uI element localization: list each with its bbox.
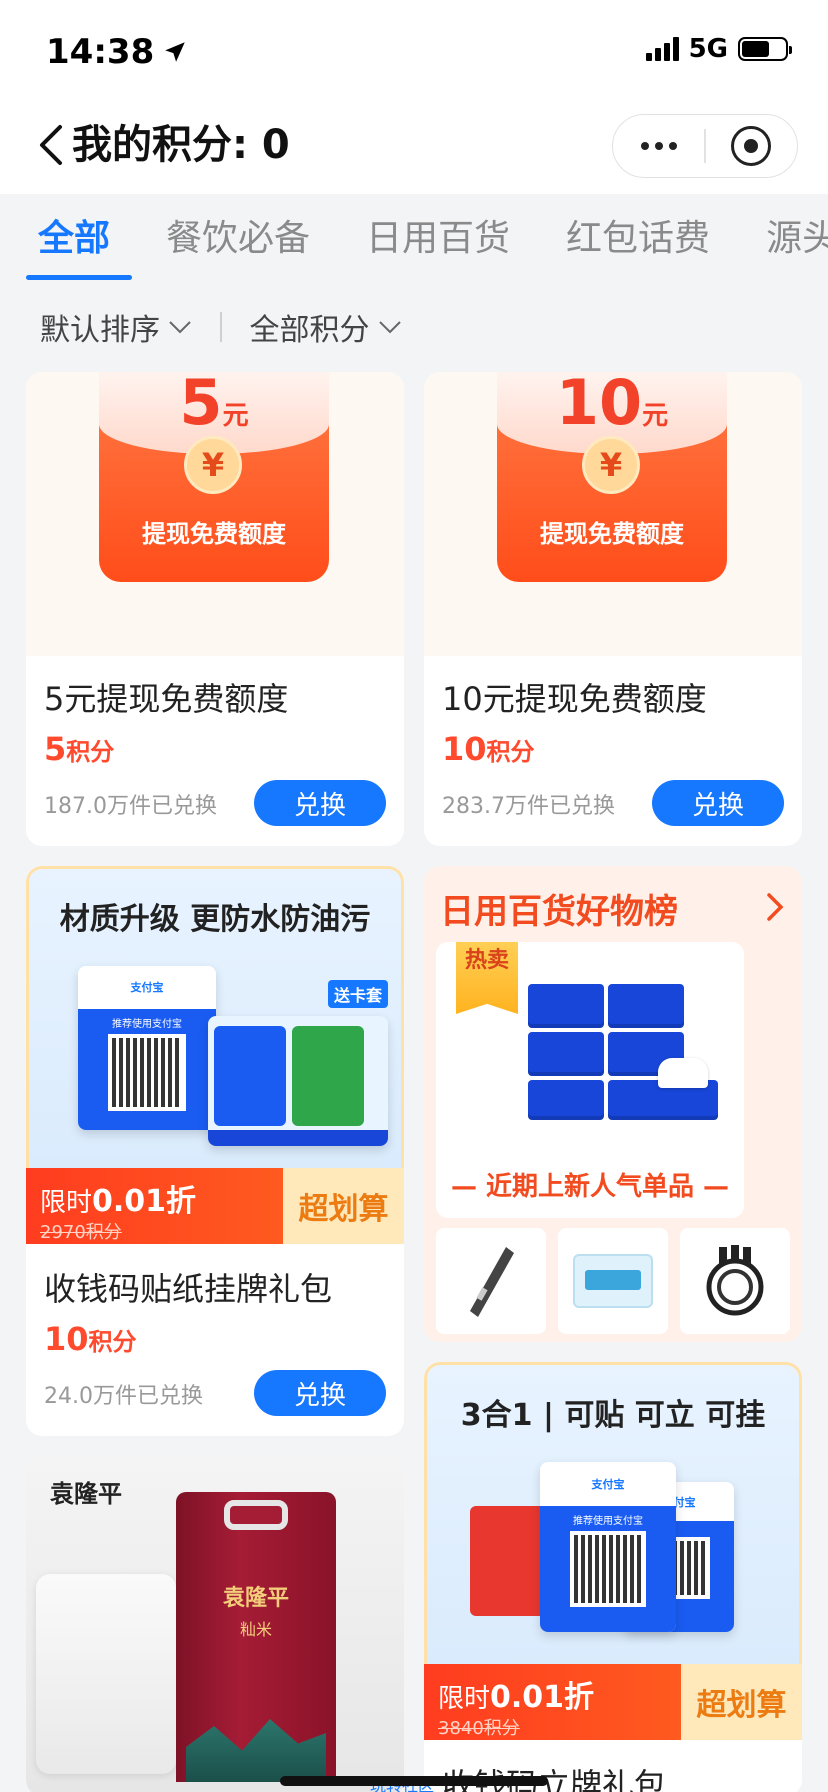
product-card-rice[interactable]: 袁隆平 袁隆平 籼米 — [26, 1456, 404, 1792]
red-packet-art: 10元 ¥ 提现免费额度 — [497, 372, 727, 582]
redeemed-count: 187.0万件已兑换 — [44, 794, 217, 819]
deal-prefix: 限时 — [438, 1684, 491, 1714]
product-name: 10元提现免费额度 — [442, 680, 707, 718]
hot-sale-tag: 热卖 — [456, 942, 518, 1014]
chevron-right-icon[interactable] — [766, 892, 784, 926]
location-arrow-icon — [165, 42, 185, 62]
art-title: 材质升级 更防水防油污 — [59, 902, 371, 937]
qr-text: 推荐使用支付宝 — [573, 1516, 643, 1528]
ranking-subtitle: — 近期上新人气单品 — — [450, 1172, 730, 1202]
more-dots-icon — [640, 142, 677, 150]
home-indicator[interactable] — [280, 1776, 548, 1786]
art-label: 提现免费额度 — [540, 520, 684, 548]
original-points: 2970积分 — [40, 1222, 122, 1243]
red-sticker-art — [470, 1506, 550, 1616]
red-packet-art: 5元 ¥ 提现免费额度 — [99, 372, 329, 582]
redeem-button[interactable]: 兑换 — [652, 780, 784, 826]
art-title: 3合1 | 可贴 可立 可挂 — [460, 1398, 766, 1433]
category-tabs: 全部 餐饮必备 日用百货 红包话费 源头 — [0, 194, 828, 284]
network-type: 5G — [688, 34, 728, 64]
more-button[interactable] — [613, 115, 704, 177]
goods-ranking-card[interactable]: 日用百货好物榜 热卖 — 近期上新人气单品 — — [424, 866, 802, 1342]
product-card-5yuan[interactable]: 5元 ¥ 提现免费额度 5元提现免费额度 5积分 187.0万件已兑换 兑换 — [26, 372, 404, 846]
gift-tag: 送卡套 — [327, 980, 388, 1008]
chevron-down-icon — [169, 321, 191, 334]
art-unit: 元 — [642, 401, 669, 431]
art-unit: 元 — [222, 401, 249, 431]
sort-dropdown[interactable]: 默认排序 — [40, 305, 192, 349]
redeem-button[interactable]: 兑换 — [254, 1370, 386, 1416]
points-dropdown[interactable]: 全部积分 — [250, 305, 402, 349]
product-image: 材质升级 更防水防油污 支付宝 推荐使用支付宝 送卡套 限时0.01折 2970积… — [26, 866, 404, 1244]
bag-brand: 袁隆平 — [222, 1585, 289, 1611]
close-miniapp-button[interactable] — [706, 115, 797, 177]
deal-value: 0.01折 — [92, 1184, 197, 1219]
bag-variety: 籼米 — [239, 1620, 272, 1639]
qr-card-holder-art — [208, 1016, 388, 1146]
cellular-signal-icon — [645, 37, 679, 61]
chevron-down-icon — [378, 321, 401, 334]
nav-bar: 我的积分: 0 — [0, 100, 828, 194]
product-image: 3合1 | 可贴 可立 可挂 支付宝 支付宝 推荐使用支付宝 限时0.01折 38… — [424, 1362, 802, 1740]
miniapp-capsule — [612, 114, 798, 178]
points-filter-label: 全部积分 — [249, 313, 370, 348]
status-time: 14:38 — [46, 32, 188, 72]
deal-banner: 限时0.01折 2970积分 超划算 — [26, 1168, 404, 1244]
tab-source[interactable]: 源头 — [766, 194, 828, 284]
redeem-button[interactable]: 兑换 — [254, 780, 386, 826]
deal-badge: 超划算 — [283, 1168, 404, 1244]
product-image: 袁隆平 袁隆平 籼米 — [26, 1456, 404, 1792]
wet-wipes-thumbnail[interactable] — [558, 1228, 668, 1334]
product-points: 10积分 — [442, 730, 535, 768]
time-text: 14:38 — [46, 32, 155, 72]
qr-sticker-art: 支付宝 推荐使用支付宝 — [78, 966, 216, 1130]
rice-bag-white — [36, 1574, 176, 1774]
tab-dining[interactable]: 餐饮必备 — [166, 194, 310, 284]
chevron-left-icon — [40, 125, 62, 165]
product-card-sticker-pack[interactable]: 材质升级 更防水防油污 支付宝 推荐使用支付宝 送卡套 限时0.01折 2970积… — [26, 866, 404, 1436]
art-amount: 10 — [555, 372, 643, 439]
featured-product-image[interactable]: 热卖 — 近期上新人气单品 — — [436, 942, 744, 1218]
qr-text: 推荐使用支付宝 — [112, 1018, 182, 1030]
product-points: 10积分 — [44, 1320, 137, 1358]
battery-icon — [738, 37, 792, 61]
redeemed-count: 24.0万件已兑换 — [44, 1384, 203, 1409]
deal-banner: 限时0.01折 3840积分 超划算 — [424, 1664, 802, 1740]
product-card-10yuan[interactable]: 10元 ¥ 提现免费额度 10元提现免费额度 10积分 283.7万件已兑换 兑… — [424, 372, 802, 846]
original-points: 3840积分 — [438, 1718, 520, 1739]
nail-clipper-thumbnail[interactable] — [436, 1228, 546, 1334]
art-amount: 5 — [179, 372, 223, 439]
product-points: 5积分 — [44, 730, 115, 768]
tab-all[interactable]: 全部 — [25, 194, 133, 284]
sort-label: 默认排序 — [40, 313, 160, 348]
qr-sticker-art-front: 支付宝 推荐使用支付宝 — [540, 1462, 676, 1632]
product-card-qr-stand[interactable]: 3合1 | 可贴 可立 可挂 支付宝 支付宝 推荐使用支付宝 限时0.01折 38… — [424, 1362, 802, 1792]
ranking-title: 日用百货好物榜 — [440, 892, 678, 932]
rice-bag-red: 袁隆平 籼米 — [176, 1492, 336, 1782]
yen-coin-icon: ¥ — [582, 436, 640, 494]
product-image: 10元 ¥ 提现免费额度 — [424, 372, 802, 656]
qr-brand: 支付宝 — [540, 1462, 676, 1507]
yen-coin-icon: ¥ — [184, 436, 242, 494]
filter-divider — [220, 312, 222, 342]
status-indicators: 5G — [645, 34, 792, 64]
redeemed-count: 283.7万件已兑换 — [442, 794, 615, 819]
deal-badge: 超划算 — [681, 1664, 802, 1740]
product-name: 5元提现免费额度 — [44, 680, 289, 718]
target-close-icon — [731, 126, 772, 166]
art-label: 提现免费额度 — [142, 520, 286, 548]
product-image: 5元 ¥ 提现免费额度 — [26, 372, 404, 656]
qr-brand: 支付宝 — [78, 966, 216, 1009]
filter-bar: 默认排序 全部积分 — [0, 284, 828, 370]
brand-logo: 袁隆平 — [50, 1479, 122, 1508]
back-button[interactable] — [30, 120, 70, 170]
deal-value: 0.01折 — [490, 1680, 595, 1715]
charging-cable-thumbnail[interactable] — [680, 1228, 790, 1334]
tab-red-packet[interactable]: 红包话费 — [566, 194, 710, 284]
page-title: 我的积分: 0 — [72, 122, 290, 168]
product-name: 收钱码贴纸挂牌礼包 — [44, 1270, 333, 1308]
deal-prefix: 限时 — [40, 1188, 93, 1218]
status-bar: 14:38 5G — [0, 0, 828, 100]
tab-daily-goods[interactable]: 日用百货 — [366, 194, 510, 284]
